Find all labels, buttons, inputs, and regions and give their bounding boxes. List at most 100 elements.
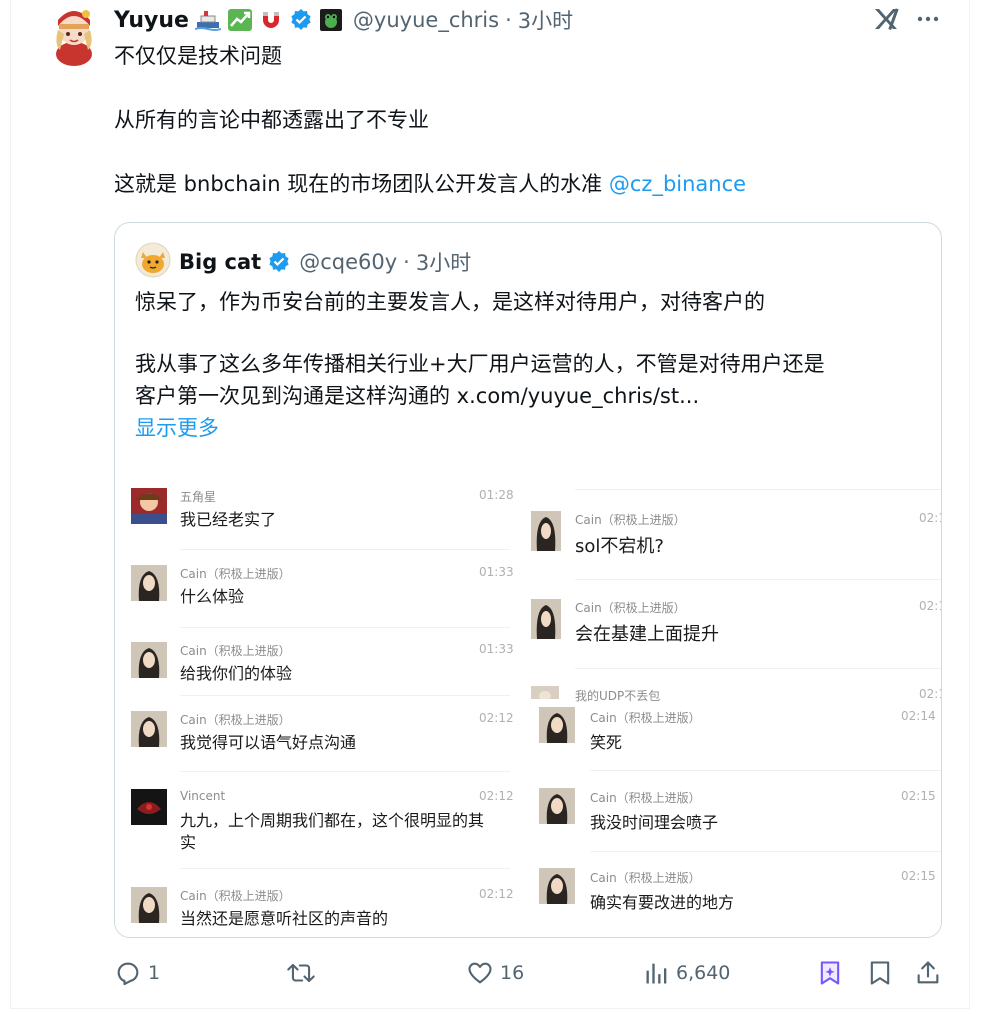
chat-avatar: [539, 707, 575, 743]
like-count: 16: [500, 962, 525, 984]
chat-avatar: [539, 788, 575, 824]
chat-time: 02:1: [919, 687, 941, 701]
chat-time: 01:33: [479, 642, 514, 656]
tweet-text-line-3-prefix: 这就是 bnbchain 现在的市场团队公开发言人的水准: [114, 172, 609, 196]
chat-avatar: [131, 789, 167, 825]
bookmark-button[interactable]: [866, 955, 894, 991]
chat-time: 01:33: [479, 565, 514, 579]
tweet-action-bar: 1 16 6,640: [114, 955, 954, 991]
chat-avatar: [531, 685, 559, 699]
magnet-icon: [259, 8, 283, 32]
header-separator: ·: [505, 8, 512, 32]
chat-divider: [575, 668, 941, 669]
chat-divider: [180, 771, 510, 772]
chat-avatar: [131, 887, 167, 923]
quoted-author-handle[interactable]: @cqe60y: [299, 250, 397, 274]
chat-sender-name: Cain（积极上进版）: [575, 601, 686, 615]
chat-time: 02:1: [919, 511, 941, 525]
author-handle[interactable]: @yuyue_chris: [353, 8, 499, 32]
heart-icon: [466, 959, 494, 987]
chat-sender-name: Cain（积极上进版）: [590, 871, 701, 885]
chat-message: 笑死: [590, 733, 623, 752]
quoted-tweet-header: Big cat @cqe60y · 3小时: [135, 242, 471, 282]
chat-sender-name: Cain（积极上进版）: [590, 791, 701, 805]
chat-divider: [180, 549, 510, 550]
repost-button[interactable]: [286, 955, 316, 991]
quoted-tweet-time[interactable]: 3小时: [416, 247, 471, 277]
chat-message: 确实有要改进的地方: [590, 893, 735, 912]
quoted-author-name[interactable]: Big cat: [179, 250, 261, 274]
chat-time: 02:12: [479, 887, 514, 901]
chat-message: 什么体验: [180, 587, 245, 606]
chat-divider: [590, 770, 941, 771]
chat-message: sol不宕机?: [575, 536, 664, 557]
chat-sender-name: Cain（积极上进版）: [180, 567, 291, 581]
mention-link[interactable]: @cz_binance: [609, 172, 746, 196]
chat-sender-name: Cain（积极上进版）: [180, 889, 291, 903]
chat-screenshot[interactable]: 五角星 01:28 我已经老实了 Cain（积极上进版） 01:33 什么体验 …: [115, 463, 941, 937]
chat-sender-name: 五角星: [180, 490, 217, 504]
chat-avatar: [539, 868, 575, 904]
chat-time: 02:15: [901, 789, 936, 803]
more-options-icon[interactable]: [914, 6, 942, 36]
quoted-tweet[interactable]: Big cat @cqe60y · 3小时 惊呆了，作为币安台前的主要发言人，是…: [114, 222, 942, 938]
chat-avatar: [131, 488, 167, 524]
chat-message: 会在基建上面提升: [575, 624, 719, 645]
author-avatar[interactable]: [46, 4, 102, 66]
chat-sender-name: Cain（积极上进版）: [575, 513, 686, 527]
quoted-verified-badge-icon: [267, 250, 291, 274]
chat-sender-name: Cain（积极上进版）: [590, 711, 701, 725]
views-button[interactable]: 6,640: [644, 955, 730, 991]
chat-divider: [180, 695, 510, 696]
chat-avatar: [131, 711, 167, 747]
chat-message: 当然还是愿意听社区的声音的: [180, 909, 389, 928]
tweet-header: Yuyue @yuyue_chris · 3小时: [114, 4, 573, 36]
reply-button[interactable]: 1: [114, 955, 160, 991]
quoted-header-separator: ·: [403, 250, 410, 274]
author-name[interactable]: Yuyue: [114, 8, 189, 33]
chat-time: 01:28: [479, 488, 514, 502]
share-button[interactable]: [914, 955, 942, 991]
chat-time: 02:1: [919, 599, 941, 613]
chat-divider: [180, 627, 510, 628]
chat-time: 02:15: [901, 869, 936, 883]
chat-divider: [575, 579, 941, 580]
chat-avatar: [131, 565, 167, 601]
bookmark-icon: [866, 959, 894, 987]
ship-icon: [194, 8, 221, 32]
like-button[interactable]: 16: [466, 955, 524, 991]
chat-divider: [575, 489, 941, 490]
reply-icon: [114, 959, 142, 987]
chat-message-line-1: 九九，上个周期我们都在，这个很明显的其: [180, 811, 485, 830]
verified-badge-icon: [289, 8, 313, 32]
chat-avatar: [531, 511, 561, 551]
chat-sender-name: Vincent: [180, 789, 226, 803]
chart-up-icon: [227, 8, 253, 32]
chat-message-line-2: 实: [180, 833, 197, 852]
grok-analyze-button[interactable]: [816, 955, 844, 991]
quoted-text-line-1: 惊呆了，作为币安台前的主要发言人，是这样对待用户，对待客户的: [135, 290, 765, 314]
views-chart-icon: [644, 959, 670, 987]
grok-icon[interactable]: [872, 6, 900, 36]
chat-divider: [180, 868, 510, 869]
quoted-author-avatar[interactable]: [135, 242, 171, 282]
chat-message: 我觉得可以语气好点沟通: [180, 733, 357, 752]
frog-badge-icon: [319, 8, 343, 32]
show-more-link[interactable]: 显示更多: [135, 413, 219, 444]
tweet-text-line-3: 这就是 bnbchain 现在的市场团队公开发言人的水准 @cz_binance: [114, 170, 746, 198]
quoted-text-line-2: 我从事了这么多年传播相关行业+大厂用户运营的人，不管是对待用户还是: [135, 352, 825, 376]
chat-sender-name: Cain（积极上进版）: [180, 644, 291, 658]
chat-avatar: [531, 599, 561, 639]
reply-count: 1: [148, 962, 161, 984]
tweet-text-line-1: 不仅仅是技术问题: [114, 44, 282, 68]
chat-divider: [590, 851, 941, 852]
tweet-time[interactable]: 3小时: [518, 5, 573, 35]
chat-time: 02:14: [901, 709, 936, 723]
chat-sender-name: 我的UDP不丢包: [575, 689, 661, 703]
repost-icon: [286, 959, 316, 987]
chat-avatar: [131, 642, 167, 678]
chat-message: 我已经老实了: [180, 510, 277, 529]
share-icon: [914, 959, 942, 987]
view-count: 6,640: [676, 962, 731, 984]
tweet-text-line-2: 从所有的言论中都透露出了不专业: [114, 108, 429, 132]
